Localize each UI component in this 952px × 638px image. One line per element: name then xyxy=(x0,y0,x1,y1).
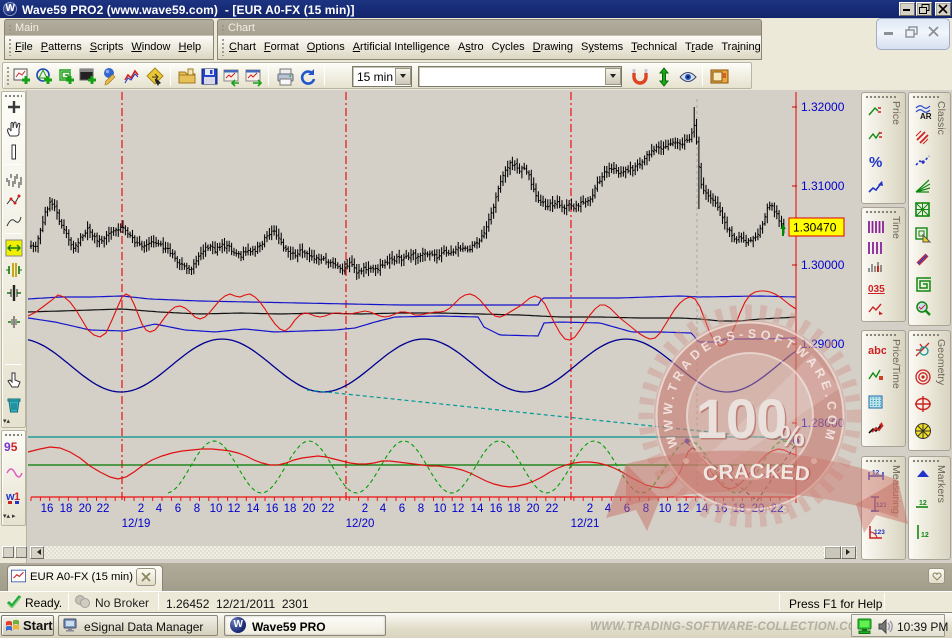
svg-text:12/19: 12/19 xyxy=(122,518,151,530)
svg-text:12: 12 xyxy=(452,503,465,515)
svg-text:18: 18 xyxy=(284,503,297,515)
svg-text:10: 10 xyxy=(210,503,223,515)
svg-text:20: 20 xyxy=(527,503,540,515)
svg-text:22: 22 xyxy=(322,503,335,515)
svg-text:22: 22 xyxy=(771,503,784,515)
svg-text:12: 12 xyxy=(677,503,690,515)
svg-text:20: 20 xyxy=(303,503,316,515)
svg-text:1.30000: 1.30000 xyxy=(801,258,845,272)
svg-text:16: 16 xyxy=(41,503,54,515)
svg-text:1.28000: 1.28000 xyxy=(801,416,845,430)
svg-text:10: 10 xyxy=(659,503,672,515)
svg-text:4: 4 xyxy=(380,503,387,515)
svg-text:4: 4 xyxy=(156,503,163,515)
svg-text:12: 12 xyxy=(228,503,241,515)
svg-text:2: 2 xyxy=(362,503,368,515)
svg-text:2: 2 xyxy=(138,503,144,515)
svg-text:6: 6 xyxy=(624,503,630,515)
svg-text:8: 8 xyxy=(194,503,200,515)
svg-text:6: 6 xyxy=(175,503,181,515)
svg-text:8: 8 xyxy=(643,503,649,515)
svg-text:18: 18 xyxy=(508,503,521,515)
svg-text:20: 20 xyxy=(79,503,92,515)
svg-text:6: 6 xyxy=(399,503,405,515)
svg-text:1.32000: 1.32000 xyxy=(801,100,845,114)
svg-text:1.31000: 1.31000 xyxy=(801,179,845,193)
svg-text:12/21: 12/21 xyxy=(571,518,600,530)
svg-text:8: 8 xyxy=(418,503,424,515)
svg-text:20: 20 xyxy=(752,503,765,515)
svg-text:22: 22 xyxy=(546,503,559,515)
svg-text:16: 16 xyxy=(490,503,503,515)
svg-text:1.30470: 1.30470 xyxy=(793,221,837,235)
svg-text:4: 4 xyxy=(605,503,612,515)
svg-text:1.29000: 1.29000 xyxy=(801,337,845,351)
svg-text:14: 14 xyxy=(696,503,709,515)
svg-text:12/20: 12/20 xyxy=(346,518,375,530)
svg-text:22: 22 xyxy=(97,503,110,515)
svg-text:16: 16 xyxy=(266,503,279,515)
svg-text:16: 16 xyxy=(715,503,728,515)
svg-text:18: 18 xyxy=(733,503,746,515)
svg-text:10: 10 xyxy=(434,503,447,515)
svg-text:2: 2 xyxy=(587,503,593,515)
svg-text:14: 14 xyxy=(247,503,260,515)
svg-text:18: 18 xyxy=(60,503,73,515)
svg-text:14: 14 xyxy=(471,503,484,515)
